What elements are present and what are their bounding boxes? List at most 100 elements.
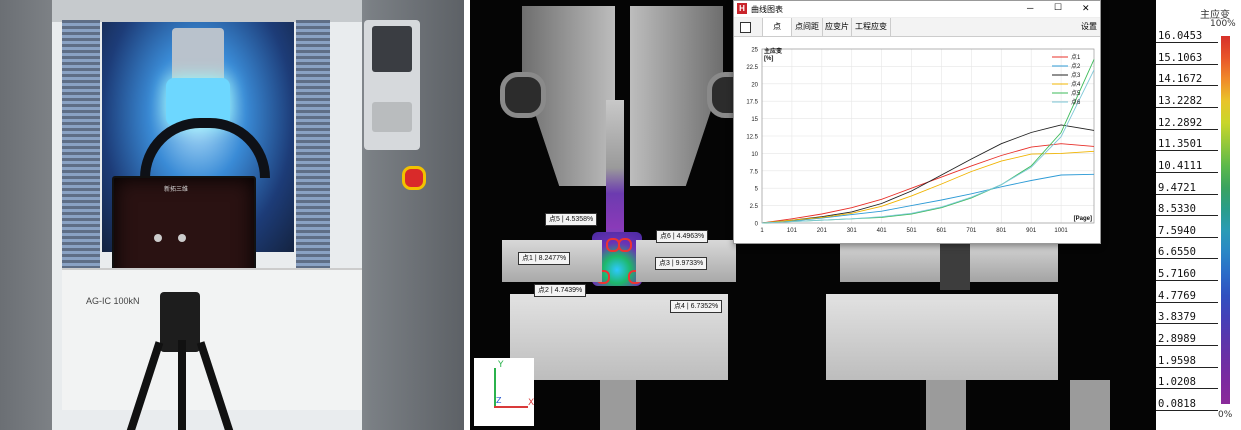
save-icon[interactable] — [740, 22, 751, 33]
colorbar-value: 4.7769 — [1158, 289, 1196, 302]
strain-colorbar: 主应变 100% 0% 16.0453 15.1063 14.1672 13.2282… — [1156, 0, 1241, 430]
colorbar-tick — [1156, 258, 1218, 260]
series-line-3 — [761, 124, 1095, 224]
series-line-1 — [761, 143, 1095, 224]
tripod-leg — [178, 340, 186, 430]
y-tick-label: 25 — [751, 48, 758, 54]
legend-label: 点4 — [1071, 80, 1081, 88]
colorbar-value: 13.2282 — [1158, 94, 1203, 107]
colorbar-value: 9.4721 — [1158, 181, 1196, 194]
colorbar-value: 14.1672 — [1158, 73, 1203, 86]
close-button[interactable]: ✕ — [1082, 3, 1090, 14]
colorbar-value: 0.0818 — [1158, 398, 1196, 410]
colorbar-value: 1.0208 — [1158, 376, 1196, 389]
x-axis-label: X — [528, 398, 535, 408]
axis-triad: Y Z X — [474, 358, 534, 426]
x-tick-label: 401 — [877, 228, 888, 234]
colorbar-gradient — [1221, 36, 1230, 404]
maximize-button[interactable]: ☐ — [1054, 2, 1062, 13]
y-tick-label: 20 — [751, 82, 758, 88]
y-tick-label: 15 — [751, 117, 758, 123]
y-tick-label: 7.5 — [750, 169, 759, 175]
colorbar-tick — [1156, 128, 1218, 130]
x-tick-label: 501 — [907, 228, 918, 234]
colorbar-value: 10.4111 — [1158, 159, 1203, 172]
x-axis-line — [494, 406, 528, 408]
status-lights — [372, 102, 412, 132]
colorbar-value: 8.5330 — [1158, 203, 1196, 216]
y-tick-label: 17.5 — [746, 100, 758, 106]
point-label-6: 点6 | 4.4963% — [656, 230, 709, 243]
y-tick-label: 10 — [751, 152, 758, 158]
tab-point[interactable]: 点 — [762, 18, 792, 36]
upper-grip — [172, 28, 224, 83]
tab-strain-gauge[interactable]: 应变片 — [823, 18, 852, 36]
x-tick-label: 1001 — [1054, 228, 1068, 234]
point-label-3: 点3 | 9.9733% — [655, 257, 708, 270]
series-line-4 — [761, 150, 1095, 224]
x-tick-label: 801 — [996, 228, 1007, 234]
y-tick-label: 22.5 — [746, 65, 758, 71]
colorbar-tick — [1156, 280, 1218, 282]
colorbar-tick — [1156, 215, 1218, 217]
colorbar-value: 12.2892 — [1158, 116, 1203, 129]
emergency-stop-button — [402, 166, 426, 190]
test-setup-photo: 新拓三维 AG-IC 100kN — [0, 0, 464, 430]
machine-brand: AG-IC 100kN — [86, 296, 140, 306]
colorbar-tick — [1156, 366, 1218, 368]
strain-curve-chart[interactable]: 0 2.5 5 7.5 10 12.5 15 17.5 20 22.5 25 1 101 201 301 40… — [734, 37, 1100, 241]
colorbar-bottom-percent: 0% — [1218, 410, 1233, 420]
tab-point-distance[interactable]: 点间距 — [792, 18, 823, 36]
tab-engineering-strain[interactable]: 工程应变 — [852, 18, 891, 36]
x-tick-label: 701 — [966, 228, 977, 234]
settings-button[interactable]: 设置 — [1081, 18, 1097, 36]
x-tick-label: 601 — [936, 228, 947, 234]
control-panel — [364, 20, 420, 150]
point-label-1: 点1 | 8.2477% — [518, 252, 571, 265]
colorbar-tick — [1156, 236, 1218, 238]
colorbar-value: 5.7160 — [1158, 268, 1196, 281]
reference-grip-stem — [926, 380, 966, 430]
legend-label: 点5 — [1071, 89, 1081, 97]
y-tick-label: 0 — [755, 222, 759, 228]
colorbar-tick — [1156, 410, 1218, 411]
lower-grip-stem — [600, 380, 636, 430]
legend-label: 点2 — [1071, 62, 1081, 70]
colorbar-tick — [1156, 388, 1218, 390]
x-axis-unit: [Page] — [1074, 216, 1092, 222]
point-label-2: 点2 | 4.7439% — [534, 284, 587, 297]
camera-connector — [178, 234, 186, 242]
colorbar-tick — [1156, 106, 1218, 108]
minimize-button[interactable]: ─ — [1027, 3, 1033, 13]
legend-label: 点1 — [1071, 53, 1081, 61]
colorbar-value: 15.1063 — [1158, 51, 1203, 64]
colorbar-value: 16.0453 — [1158, 30, 1203, 42]
left-column — [62, 20, 100, 280]
colorbar-value: 6.6550 — [1158, 246, 1196, 259]
window-title: 曲线图表 — [751, 5, 783, 14]
legend-label: 点3 — [1071, 71, 1081, 79]
y-tick-label: 5 — [755, 187, 759, 193]
tab-bar: 点 点间距 应变片 工程应变 设置 — [734, 18, 1100, 37]
colorbar-tick — [1156, 193, 1218, 195]
legend-label: 点6 — [1071, 98, 1081, 106]
measure-point[interactable] — [618, 238, 632, 252]
right-column — [296, 20, 330, 280]
colorbar-value: 3.8379 — [1158, 311, 1196, 324]
colorbar-tick — [1156, 63, 1218, 65]
x-tick-label: 201 — [817, 228, 828, 234]
x-tick-label: 901 — [1026, 228, 1037, 234]
curve-chart-window[interactable]: H 曲线图表 ─ ☐ ✕ 点 点间距 应变片 工程应变 设置 0 2.5 5 7.5 1… — [733, 0, 1101, 244]
colorbar-value: 1.9598 — [1158, 354, 1196, 367]
camera-connector — [154, 234, 162, 242]
colorbar-tick — [1156, 345, 1218, 347]
reference-specimen-neck — [940, 236, 970, 290]
colorbar-value: 11.3501 — [1158, 138, 1203, 151]
z-axis-label: Z — [496, 396, 502, 405]
colorbar-value: 2.8989 — [1158, 333, 1196, 346]
reference-grip-block — [826, 294, 1058, 380]
keypad — [372, 26, 412, 72]
point-label-5: 点5 | 4.5358% — [545, 213, 598, 226]
colorbar-tick — [1156, 323, 1218, 325]
x-tick-label: 1 — [760, 228, 764, 234]
